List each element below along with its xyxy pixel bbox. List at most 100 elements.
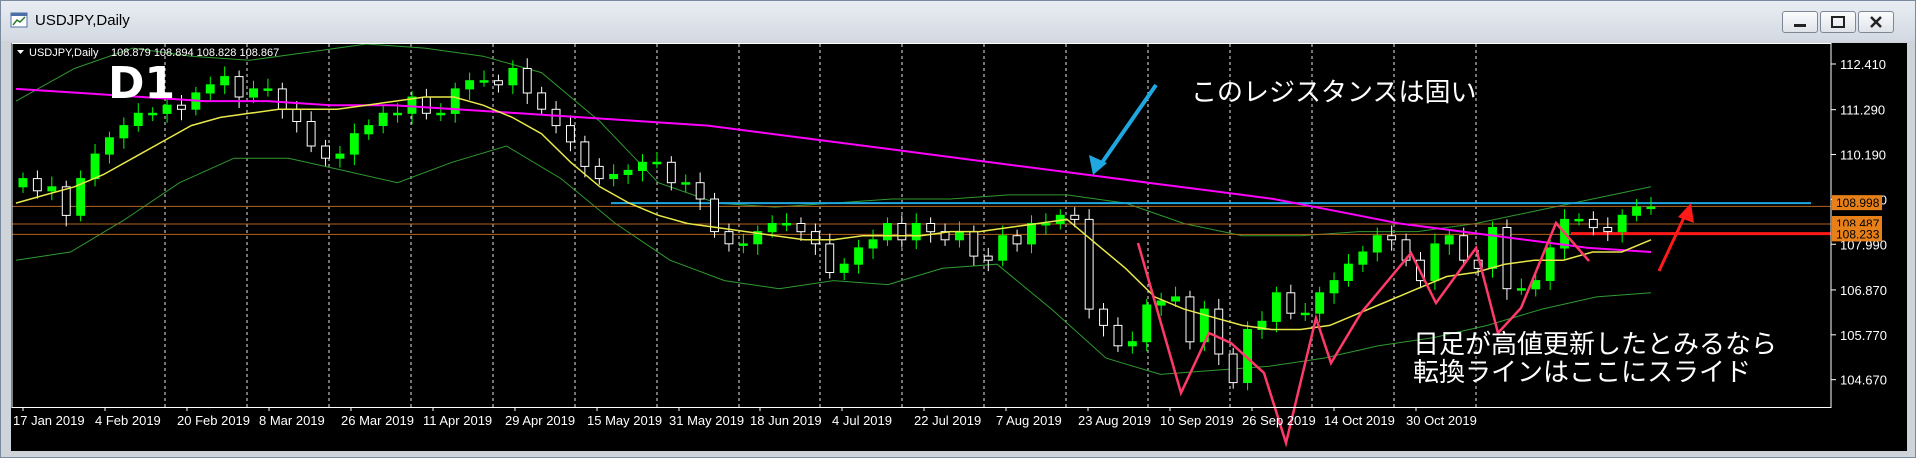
candle-body [911, 223, 921, 241]
price-tick-label: 106.870 [1840, 283, 1887, 298]
candle-body [1588, 218, 1598, 229]
candle-body [796, 223, 806, 233]
window-title: USDJPY,Daily [35, 12, 130, 29]
candle-body [220, 76, 230, 86]
date-tick-label: 23 Aug 2019 [1078, 413, 1151, 428]
candle-body [32, 178, 42, 192]
price-label-text: 108.233 [1836, 227, 1880, 241]
candle-body [494, 80, 503, 86]
candle-body [782, 223, 791, 226]
chart-menu-triangle-icon[interactable] [17, 50, 24, 54]
chart-area[interactable]: 112.410111.290110.190109.090107.990106.8… [11, 43, 1907, 451]
candle-body [868, 239, 878, 249]
candle-body [1300, 312, 1310, 316]
date-tick-label: 30 Oct 2019 [1406, 413, 1477, 428]
minimize-button[interactable] [1782, 11, 1818, 33]
candle-body [638, 161, 647, 172]
candle-body [148, 112, 158, 116]
candle-body [1574, 218, 1584, 222]
candle-body [234, 76, 244, 98]
candle-body [1488, 227, 1497, 269]
slide-note-line1: 日足が高値更新したとみるなら [1413, 330, 1777, 360]
chart-window-icon [10, 12, 28, 28]
candle-body [205, 84, 215, 94]
date-tick-label: 22 Jul 2019 [914, 413, 981, 428]
candle-body [1070, 214, 1080, 220]
candle-body [955, 231, 964, 241]
candle-body [292, 108, 302, 123]
date-tick-label: 14 Oct 2019 [1324, 413, 1395, 428]
candle-body [321, 145, 331, 159]
candle-body [767, 223, 777, 233]
candle-body [249, 88, 259, 98]
candle-body [724, 231, 734, 245]
slide-note-line2: 転換ラインはここにスライド [1413, 358, 1751, 388]
date-axis: 17 Jan 2019 4 Feb 2019 20 Feb 2019 8 Mar 20… [13, 407, 1477, 428]
candle-body [105, 137, 114, 155]
candle-body [421, 96, 431, 114]
candle-body [580, 141, 590, 167]
close-button[interactable] [1858, 11, 1894, 33]
date-tick-label: 29 Apr 2019 [505, 413, 575, 428]
candle-body [566, 125, 575, 143]
candle-body [897, 223, 907, 241]
candle-body [378, 112, 388, 127]
candle-body [1632, 206, 1641, 216]
price-chart[interactable]: 112.410111.290110.190109.090107.990106.8… [11, 43, 1907, 451]
candle-body [1387, 235, 1397, 241]
candle-body [522, 68, 532, 94]
candle-body [652, 161, 662, 165]
candle-body [1329, 280, 1339, 294]
price-tick-label: 112.410 [1840, 57, 1886, 72]
candle-body [594, 165, 604, 180]
candle-body [623, 169, 633, 176]
price-tick-label: 111.290 [1840, 103, 1885, 118]
candle-body [1012, 235, 1022, 245]
date-tick-label: 7 Aug 2019 [996, 413, 1062, 428]
candle-body [609, 174, 619, 180]
candle-body [983, 255, 993, 261]
date-tick-label: 20 Feb 2019 [177, 413, 250, 428]
candle-body [277, 88, 287, 110]
candle-body [1545, 247, 1555, 281]
candle-body [1185, 296, 1195, 343]
candle-body [1459, 235, 1469, 261]
candle-body [1372, 235, 1382, 253]
candle-body [177, 104, 186, 110]
candle-body [810, 231, 820, 245]
candle-body [1171, 296, 1180, 302]
candle-body [681, 182, 691, 185]
candle-body [47, 186, 57, 192]
candle-body [1113, 324, 1123, 347]
series-band-upper [15, 43, 1652, 237]
date-tick-label: 11 Apr 2019 [423, 413, 492, 428]
candle-body [1603, 227, 1613, 233]
series-ma-fast [15, 96, 1652, 331]
date-tick-label: 15 May 2019 [587, 413, 662, 428]
candle-body [349, 133, 359, 155]
candle-body [1272, 292, 1281, 322]
candle-body [306, 121, 316, 147]
candle-body [1041, 223, 1051, 226]
candle-body [335, 153, 345, 159]
title-bar[interactable]: USDJPY,Daily [1, 1, 1915, 41]
candle-body [1358, 251, 1368, 265]
candle-body [1617, 214, 1627, 233]
horizontal-levels [12, 202, 1831, 236]
candle-body [998, 235, 1008, 261]
symbol-label: USDJPY,Daily [29, 47, 99, 59]
candle-body [1344, 263, 1353, 281]
candle-body [1646, 206, 1656, 210]
maximize-button[interactable] [1820, 11, 1856, 33]
resistance-note: このレジスタンスは固い [1191, 78, 1476, 108]
timeframe-label: D1 [108, 58, 175, 109]
candle-body [969, 231, 979, 257]
price-tick-label: 110.190 [1840, 148, 1886, 163]
date-tick-label: 10 Sep 2019 [1160, 413, 1234, 428]
candle-body [1127, 341, 1137, 347]
date-tick-label: 31 May 2019 [669, 413, 744, 428]
candle-body [1214, 308, 1224, 355]
close-icon [1870, 16, 1882, 28]
red-arrow-shaft [1657, 210, 1689, 272]
maximize-icon [1831, 16, 1845, 28]
